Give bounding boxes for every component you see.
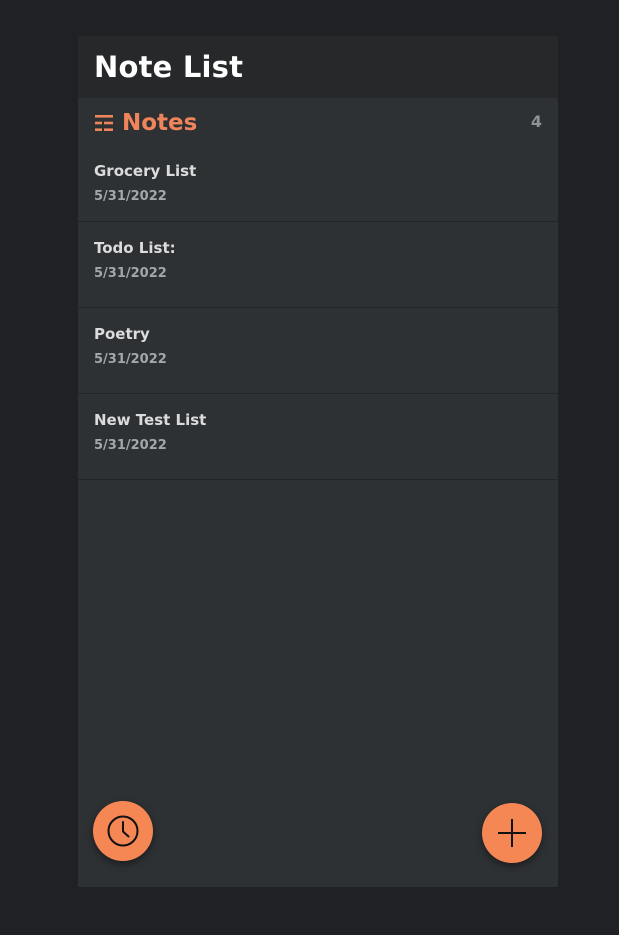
list-item[interactable]: Poetry 5/31/2022 bbox=[78, 308, 558, 394]
list-icon bbox=[95, 115, 113, 131]
note-date: 5/31/2022 bbox=[94, 266, 167, 281]
notes-section-header: Notes 4 bbox=[78, 98, 558, 148]
notes-heading: Notes bbox=[94, 110, 197, 136]
plus-icon bbox=[498, 819, 526, 847]
note-date: 5/31/2022 bbox=[94, 189, 167, 204]
add-note-button[interactable] bbox=[482, 803, 542, 863]
note-app: Note List Notes 4 Grocery List 5/31/2022… bbox=[78, 36, 558, 887]
note-date: 5/31/2022 bbox=[94, 438, 167, 453]
clock-icon bbox=[107, 815, 139, 847]
app-header: Note List bbox=[78, 36, 558, 98]
list-item[interactable]: New Test List 5/31/2022 bbox=[78, 394, 558, 480]
note-list: Grocery List 5/31/2022 Todo List: 5/31/2… bbox=[78, 148, 558, 480]
list-item[interactable]: Todo List: 5/31/2022 bbox=[78, 222, 558, 308]
notes-heading-label: Notes bbox=[122, 110, 198, 136]
note-title: Todo List: bbox=[94, 239, 176, 257]
note-date: 5/31/2022 bbox=[94, 352, 167, 367]
note-title: Poetry bbox=[94, 325, 150, 343]
notes-count-badge: 4 bbox=[530, 111, 542, 131]
history-button[interactable] bbox=[93, 801, 153, 861]
list-item[interactable]: Grocery List 5/31/2022 bbox=[78, 148, 558, 222]
note-title: New Test List bbox=[94, 411, 207, 429]
note-title: Grocery List bbox=[94, 162, 197, 180]
page-title: Note List bbox=[94, 50, 244, 84]
